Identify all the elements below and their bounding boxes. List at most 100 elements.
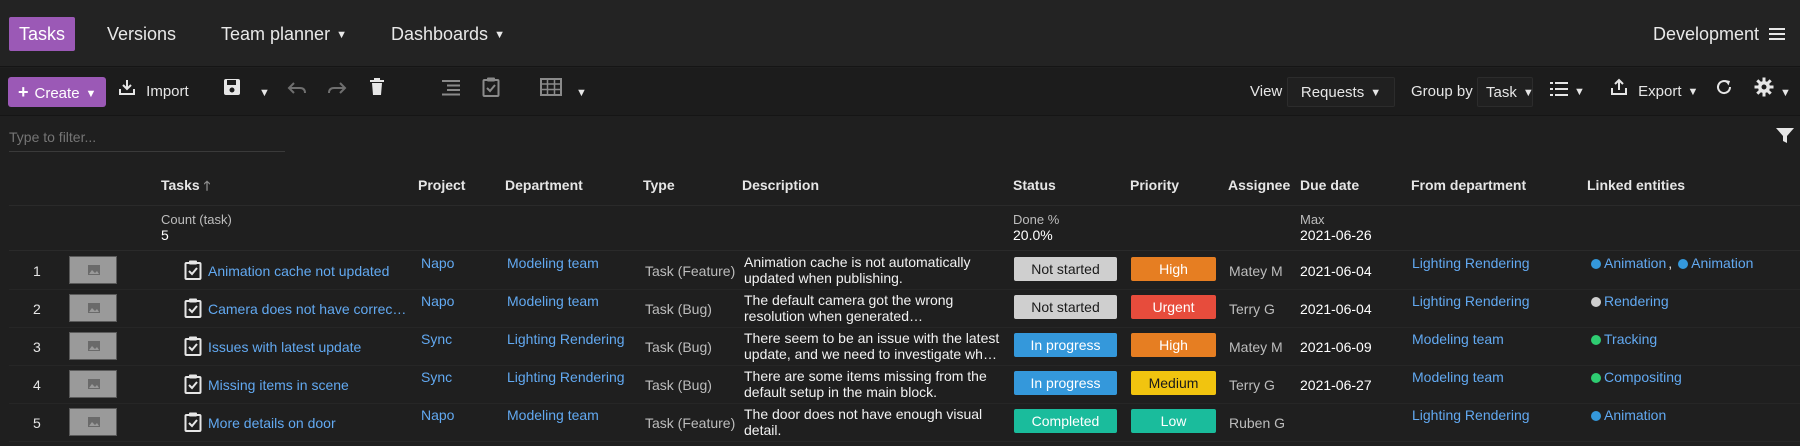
export-button[interactable]: Export ▼ — [1610, 77, 1698, 107]
entity-status-dot — [1591, 259, 1601, 269]
group-by-select[interactable]: Task ▼ — [1477, 77, 1534, 107]
linked-entity[interactable]: Animation — [1678, 255, 1753, 271]
thumbnail-image[interactable] — [69, 294, 117, 322]
view-select[interactable]: Requests ▼ — [1287, 77, 1395, 107]
save-options-dropdown[interactable]: ▼ — [259, 77, 270, 107]
list-options-button[interactable]: ▼ — [1550, 77, 1585, 107]
column-header-type[interactable]: Type — [643, 177, 675, 193]
table-layout-dropdown[interactable]: ▼ — [576, 77, 587, 107]
table-row[interactable]: 1 Animation cache not updated Napo Model… — [0, 252, 1800, 290]
filter-input[interactable] — [9, 122, 285, 152]
status-badge[interactable]: Not started — [1014, 257, 1117, 281]
nav-tab-versions[interactable]: Versions — [97, 17, 186, 51]
save-button[interactable] — [223, 77, 241, 107]
priority-badge[interactable]: Urgent — [1131, 295, 1216, 319]
project-menu[interactable]: Development — [1643, 17, 1795, 51]
toolbar: + Create ▼ Import ▼ ▼ View Requests ▼ Group… — [0, 68, 1800, 116]
indent-button[interactable] — [442, 77, 460, 107]
hamburger-menu-icon — [1769, 28, 1786, 41]
project-name: Development — [1653, 24, 1760, 44]
from-department-link[interactable]: Lighting Rendering — [1412, 407, 1530, 423]
chevron-down-icon: ▼ — [1687, 86, 1699, 99]
linked-entity-label: Animation — [1604, 255, 1667, 271]
task-name-link[interactable]: More details on door — [208, 415, 336, 431]
status-badge[interactable]: Not started — [1014, 295, 1117, 319]
thumbnail-image[interactable] — [69, 332, 117, 360]
table-row[interactable]: 4 Missing items in scene Sync Lighting R… — [0, 366, 1800, 404]
from-department-link[interactable]: Modeling team — [1412, 331, 1504, 347]
from-department-link[interactable]: Modeling team — [1412, 369, 1504, 385]
column-header-assignee[interactable]: Assignee — [1228, 177, 1290, 193]
redo-button[interactable] — [327, 77, 347, 107]
task-name-link[interactable]: Issues with latest update — [208, 339, 361, 355]
linked-entity[interactable]: Animation — [1591, 407, 1666, 423]
column-header-status[interactable]: Status — [1013, 177, 1056, 193]
column-header-tasks[interactable]: Tasks 🡑 — [161, 177, 210, 199]
department-link[interactable]: Modeling team — [507, 407, 599, 423]
entity-status-dot — [1678, 259, 1689, 269]
import-button[interactable]: Import — [118, 77, 189, 107]
department-link[interactable]: Modeling team — [507, 255, 599, 271]
column-header-linked-entities[interactable]: Linked entities — [1587, 177, 1685, 193]
priority-badge[interactable]: High — [1131, 333, 1216, 357]
column-header-priority[interactable]: Priority — [1130, 177, 1179, 193]
linked-entity[interactable]: Rendering — [1591, 293, 1669, 309]
filter-icon[interactable] — [1776, 128, 1794, 147]
linked-entity[interactable]: Tracking — [1591, 331, 1657, 347]
task-name-link[interactable]: Animation cache not updated — [208, 263, 389, 279]
project-link[interactable]: Napo — [421, 255, 454, 271]
project-link[interactable]: Napo — [421, 293, 454, 309]
status-badge[interactable]: In progress — [1014, 371, 1117, 395]
department-link[interactable]: Lighting Rendering — [507, 369, 625, 385]
thumbnail-image[interactable] — [69, 256, 117, 284]
linked-entity-label: Animation — [1691, 255, 1754, 271]
view-select-value: Requests — [1300, 84, 1365, 101]
department-link[interactable]: Modeling team — [507, 293, 599, 309]
linked-entity[interactable]: Compositing — [1591, 369, 1682, 385]
view-label: View — [1250, 83, 1283, 100]
table-row[interactable]: 3 Issues with latest update Sync Lightin… — [0, 328, 1800, 366]
thumbnail-image[interactable] — [69, 408, 117, 436]
top-navigation: Tasks Versions Team planner ▼ Dashboards ▼… — [0, 0, 1800, 67]
task-name-link[interactable]: Missing items in scene — [208, 377, 349, 393]
table-row[interactable]: 5 More details on door Napo Modeling tea… — [0, 404, 1800, 442]
thumbnail-image[interactable] — [69, 370, 117, 398]
delete-button[interactable] — [369, 77, 385, 107]
linked-entity[interactable]: Animation — [1591, 255, 1666, 271]
nav-tab-team-planner[interactable]: Team planner ▼ — [211, 17, 357, 51]
settings-button[interactable]: ▼ — [1754, 77, 1791, 107]
image-placeholder-icon — [88, 379, 100, 389]
column-header-description[interactable]: Description — [742, 177, 819, 193]
priority-badge[interactable]: High — [1131, 257, 1216, 281]
status-badge[interactable]: Completed — [1014, 409, 1117, 433]
linked-entities: Rendering — [1591, 293, 1677, 309]
column-header-project[interactable]: Project — [418, 177, 465, 193]
column-header-due-date[interactable]: Due date — [1300, 177, 1359, 193]
priority-badge[interactable]: Low — [1131, 409, 1216, 433]
refresh-button[interactable] — [1715, 77, 1733, 107]
table-row[interactable]: 2 Camera does not have correc… Napo Mode… — [0, 290, 1800, 328]
task-checklist-button[interactable] — [482, 77, 500, 107]
department-link[interactable]: Lighting Rendering — [507, 331, 625, 347]
row-number: 2 — [33, 301, 41, 317]
priority-badge[interactable]: Medium — [1131, 371, 1216, 395]
task-name-link[interactable]: Camera does not have correc… — [208, 301, 406, 317]
project-link[interactable]: Sync — [421, 369, 452, 385]
column-header-from-department[interactable]: From department — [1411, 177, 1526, 193]
divider — [9, 250, 1800, 251]
list-icon — [1550, 77, 1568, 107]
nav-tab-tasks[interactable]: Tasks — [9, 17, 76, 51]
column-header-department[interactable]: Department — [505, 177, 583, 193]
from-department-link[interactable]: Lighting Rendering — [1412, 293, 1530, 309]
project-link[interactable]: Napo — [421, 407, 454, 423]
table-layout-button[interactable] — [540, 77, 562, 107]
assignee-name: Ruben G — [1229, 415, 1286, 431]
assignee-name: Matey M — [1229, 339, 1283, 355]
project-link[interactable]: Sync — [421, 331, 452, 347]
create-button[interactable]: + Create ▼ — [8, 77, 107, 107]
from-department-link[interactable]: Lighting Rendering — [1412, 255, 1530, 271]
undo-button[interactable] — [287, 77, 307, 107]
nav-tab-dashboards[interactable]: Dashboards ▼ — [381, 17, 515, 51]
status-badge[interactable]: In progress — [1014, 333, 1117, 357]
export-button-label: Export — [1638, 83, 1682, 100]
